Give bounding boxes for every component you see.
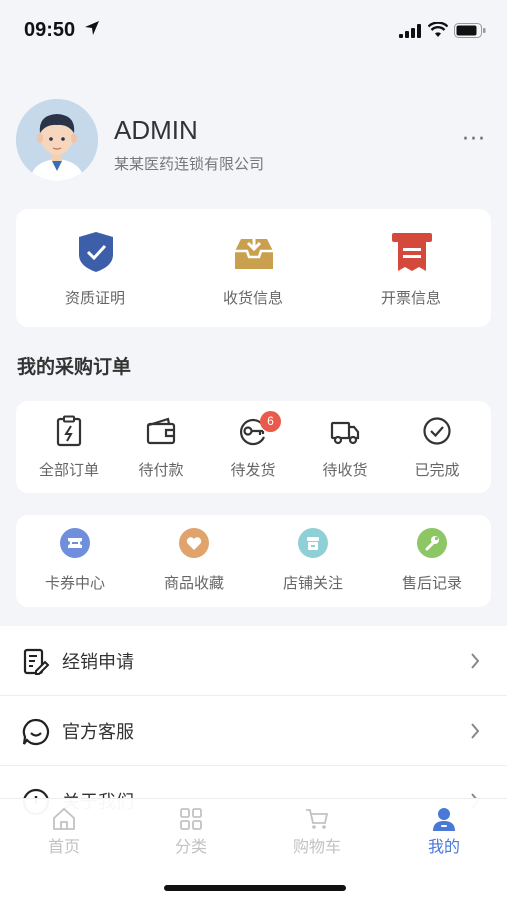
- invoice-info-button[interactable]: 开票信息: [332, 209, 490, 327]
- order-label: 已完成: [414, 461, 460, 479]
- orders-card: 全部订单 待付款 6 待发货 待收货 已完成: [16, 401, 491, 493]
- wallet-icon: [146, 417, 176, 445]
- clipboard-icon: [56, 415, 82, 447]
- wifi-icon: [428, 22, 448, 37]
- shield-check-icon: [79, 232, 113, 272]
- order-label: 待发货: [230, 461, 276, 479]
- person-icon: [433, 808, 455, 831]
- quick-action-label: 资质证明: [64, 289, 125, 307]
- user-name: ADMIN: [114, 115, 198, 145]
- menu-label: 经销申请: [62, 652, 134, 673]
- heart-icon: [179, 528, 209, 558]
- signal-icon: [399, 24, 421, 38]
- favorites-button[interactable]: 商品收藏: [135, 515, 253, 607]
- tab-label: 我的: [427, 837, 460, 856]
- orders-section-title: 我的采购订单: [17, 356, 132, 378]
- tab-home[interactable]: 首页: [19, 807, 109, 857]
- tab-label: 购物车: [292, 837, 341, 856]
- home-icon: [53, 807, 75, 830]
- ticket-icon: [60, 528, 90, 558]
- chevron-right-icon: [471, 653, 480, 669]
- chat-smile-icon: [22, 718, 50, 746]
- service-label: 商品收藏: [163, 574, 224, 592]
- more-options-button[interactable]: ···: [462, 127, 486, 152]
- location-arrow-icon: [85, 21, 99, 35]
- service-label: 店铺关注: [282, 574, 343, 592]
- tab-label: 首页: [47, 837, 80, 856]
- truck-icon: [330, 421, 360, 445]
- pending-payment-button[interactable]: 待付款: [115, 401, 207, 493]
- pending-shipment-badge: 6: [260, 411, 281, 432]
- profile-header: ADMIN 某某医药连锁有限公司 ···: [0, 95, 507, 190]
- pending-shipment-button[interactable]: 6 待发货: [207, 401, 299, 493]
- check-circle-icon: [423, 417, 451, 445]
- status-time: 09:50: [24, 19, 76, 41]
- battery-icon: [454, 23, 486, 38]
- chevron-right-icon: [471, 723, 480, 739]
- shipping-info-button[interactable]: 收货信息: [174, 209, 332, 327]
- avatar[interactable]: [16, 99, 98, 181]
- pending-receipt-button[interactable]: 待收货: [299, 401, 391, 493]
- tab-label: 分类: [174, 837, 207, 856]
- order-label: 全部订单: [38, 461, 99, 479]
- company-name: 某某医药连锁有限公司: [114, 155, 265, 173]
- service-label: 卡券中心: [44, 574, 105, 592]
- grid-icon: [180, 808, 202, 830]
- quick-actions-card: 资质证明 收货信息 开票信息: [16, 209, 491, 327]
- cart-icon: [306, 809, 329, 829]
- qualification-certificate-button[interactable]: 资质证明: [16, 209, 174, 327]
- services-card: 卡券中心 商品收藏 店铺关注 售后记录: [16, 515, 491, 607]
- tab-cart[interactable]: 购物车: [272, 807, 362, 857]
- all-orders-button[interactable]: 全部订单: [23, 401, 115, 493]
- menu-item-customer-service[interactable]: 官方客服: [0, 696, 507, 766]
- home-indicator: [164, 885, 346, 891]
- quick-action-label: 收货信息: [222, 289, 283, 307]
- inbox-download-icon: [235, 235, 273, 269]
- quick-action-label: 开票信息: [380, 289, 441, 307]
- store-follow-button[interactable]: 店铺关注: [254, 515, 372, 607]
- status-bar: 09:50: [0, 0, 507, 60]
- tab-category[interactable]: 分类: [146, 807, 236, 857]
- tab-mine[interactable]: 我的: [399, 807, 489, 857]
- store-icon: [298, 528, 328, 558]
- after-sales-button[interactable]: 售后记录: [373, 515, 491, 607]
- wrench-icon: [417, 528, 447, 558]
- menu-item-distribution-apply[interactable]: 经销申请: [0, 626, 507, 696]
- order-label: 待收货: [322, 461, 368, 479]
- order-label: 待付款: [138, 461, 184, 479]
- coupon-center-button[interactable]: 卡券中心: [16, 515, 134, 607]
- service-label: 售后记录: [401, 574, 462, 592]
- edit-document-icon: [23, 648, 50, 675]
- completed-orders-button[interactable]: 已完成: [391, 401, 483, 493]
- doctor-avatar-icon: [16, 99, 98, 181]
- menu-label: 官方客服: [62, 722, 134, 743]
- invoice-icon: [392, 233, 432, 271]
